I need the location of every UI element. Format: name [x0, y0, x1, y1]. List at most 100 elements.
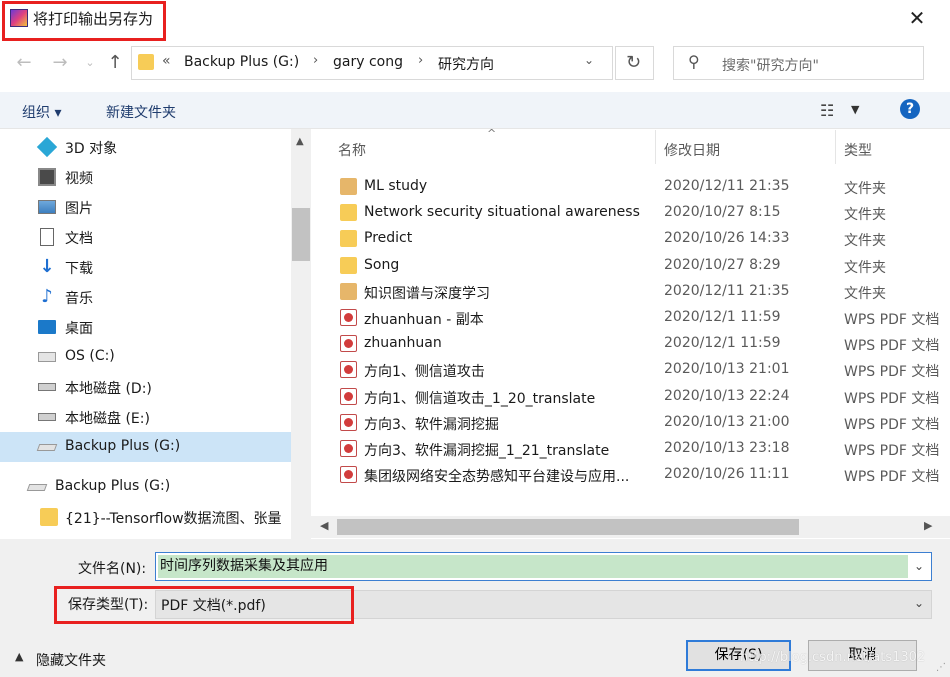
file-row[interactable]: 集团级网络安全态势感知平台建设与应用... 2020/10/26 11:11 WPS… — [311, 462, 950, 488]
up-arrow-icon[interactable]: ↑ — [103, 50, 127, 76]
nav-item-label: 桌面 — [65, 321, 93, 337]
navigation-pane[interactable]: 3D 对象 视频 图片 文档 ↓ 下载 ♪ 音乐 桌面 OS (C:) 本地磁盘… — [0, 129, 311, 539]
search-placeholder[interactable]: 搜索"研究方向" — [722, 55, 819, 75]
nav-item-drive-g[interactable]: Backup Plus (G:) — [0, 472, 291, 502]
nav-item-label: Backup Plus (G:) — [65, 438, 181, 454]
file-type: WPS PDF 文档 — [844, 312, 940, 328]
breadcrumb-overflow[interactable]: « — [162, 53, 171, 69]
forward-arrow-icon[interactable]: → — [48, 50, 72, 76]
filetype-dropdown-icon[interactable]: ⌄ — [914, 596, 924, 610]
file-row[interactable]: ML study 2020/12/11 21:35 文件夹 — [311, 174, 950, 200]
file-name: 方向1、侧信道攻击 — [364, 364, 485, 380]
nav-item-label: 本地磁盘 (E:) — [65, 411, 150, 427]
pdf-file-icon — [340, 309, 357, 326]
file-row[interactable]: zhuanhuan - 副本 2020/12/1 11:59 WPS PDF 文档 — [311, 305, 950, 331]
music-icon: ♪ — [41, 286, 53, 307]
nav-item-pictures[interactable]: 图片 — [0, 192, 291, 222]
file-row[interactable]: Network security situational awareness 20… — [311, 200, 950, 226]
folder-icon — [138, 54, 154, 70]
file-row[interactable]: zhuanhuan 2020/12/1 11:59 WPS PDF 文档 — [311, 331, 950, 357]
filename-dropdown-icon[interactable]: ⌄ — [914, 559, 924, 573]
file-type: WPS PDF 文档 — [844, 338, 940, 354]
filename-value[interactable]: 时间序列数据采集及其应用 — [158, 555, 908, 578]
file-row[interactable]: Predict 2020/10/26 14:33 文件夹 — [311, 226, 950, 252]
file-date: 2020/10/26 11:11 — [664, 466, 790, 482]
file-type: 文件夹 — [844, 233, 886, 249]
nav-item-desktop[interactable]: 桌面 — [0, 312, 291, 342]
file-date: 2020/10/26 14:33 — [664, 230, 790, 246]
help-icon[interactable]: ? — [900, 99, 920, 119]
nav-item-music[interactable]: ♪ 音乐 — [0, 282, 291, 312]
file-row[interactable]: Song 2020/10/27 8:29 文件夹 — [311, 253, 950, 279]
pdf-file-icon — [340, 361, 357, 378]
file-row[interactable]: 方向1、侧信道攻击 2020/10/13 21:01 WPS PDF 文档 — [311, 357, 950, 383]
external-drive-icon — [26, 484, 48, 491]
file-type: 文件夹 — [844, 181, 886, 197]
desktop-icon — [38, 320, 56, 334]
recent-locations-chevron-icon[interactable]: ⌄ — [78, 50, 102, 76]
nav-item-downloads[interactable]: ↓ 下载 — [0, 252, 291, 282]
nav-item-label: {21}--Tensorflow数据流图、张量 — [65, 511, 282, 527]
file-row[interactable]: 方向1、侧信道攻击_1_20_translate 2020/10/13 22:24… — [311, 384, 950, 410]
nav-item-label: 图片 — [65, 201, 93, 217]
nav-scrollbar[interactable] — [291, 129, 311, 539]
breadcrumb-separator-icon[interactable]: › — [418, 53, 423, 68]
folder-icon — [340, 283, 357, 300]
file-date: 2020/10/13 22:24 — [664, 388, 790, 404]
file-row[interactable]: 方向3、软件漏洞挖掘 2020/10/13 21:00 WPS PDF 文档 — [311, 410, 950, 436]
resize-grip-icon[interactable]: ⋰ — [936, 662, 946, 673]
nav-item-drive-d[interactable]: 本地磁盘 (D:) — [0, 372, 291, 402]
nav-item-videos[interactable]: 视频 — [0, 162, 291, 192]
refresh-icon[interactable]: ↻ — [626, 52, 641, 73]
folder-icon — [340, 178, 357, 195]
breadcrumb-folder-current[interactable]: 研究方向 — [438, 54, 494, 74]
organize-menu-button[interactable]: 组织 ▾ — [22, 102, 61, 122]
file-row[interactable]: 方向3、软件漏洞挖掘_1_21_translate 2020/10/13 23:1… — [311, 436, 950, 462]
folder-icon — [340, 204, 357, 221]
column-divider[interactable] — [655, 130, 656, 164]
nav-item-documents[interactable]: 文档 — [0, 222, 291, 252]
file-type: 文件夹 — [844, 286, 886, 302]
nav-item-drive-c[interactable]: OS (C:) — [0, 342, 291, 372]
drive-os-icon — [38, 352, 56, 362]
nav-item-drive-g-selected[interactable]: Backup Plus (G:) — [0, 432, 291, 462]
new-folder-button[interactable]: 新建文件夹 — [106, 102, 176, 122]
pictures-icon — [38, 200, 56, 214]
scroll-up-icon[interactable]: ▲ — [296, 136, 304, 147]
back-arrow-icon[interactable]: ← — [12, 50, 36, 76]
nav-item-label: 文档 — [65, 231, 93, 247]
folder-icon — [340, 230, 357, 247]
view-options-icon[interactable]: ☷ — [820, 101, 834, 120]
nav-item-drive-e[interactable]: 本地磁盘 (E:) — [0, 402, 291, 432]
view-dropdown-icon[interactable]: ▼ — [851, 103, 859, 116]
file-type: 文件夹 — [844, 207, 886, 223]
nav-item-folder-tensorflow[interactable]: {21}--Tensorflow数据流图、张量 — [0, 502, 291, 532]
file-name: zhuanhuan — [364, 335, 442, 351]
column-header-type[interactable]: 类型 — [844, 140, 872, 160]
hide-folders-toggle[interactable]: 隐藏文件夹 — [36, 650, 106, 670]
file-type: 文件夹 — [844, 260, 886, 276]
column-header-name[interactable]: 名称 — [338, 140, 366, 160]
horizontal-scrollbar-thumb[interactable] — [337, 519, 799, 535]
folder-icon — [340, 257, 357, 274]
file-name: 知识图谱与深度学习 — [364, 286, 490, 302]
nav-item-3d-objects[interactable]: 3D 对象 — [0, 132, 291, 162]
breadcrumb-separator-icon[interactable]: › — [313, 53, 318, 68]
file-date: 2020/10/13 21:00 — [664, 414, 790, 430]
address-dropdown-icon[interactable]: ⌄ — [584, 53, 594, 67]
column-divider[interactable] — [835, 130, 836, 164]
file-date: 2020/12/11 21:35 — [664, 283, 790, 299]
nav-scrollbar-thumb[interactable] — [292, 208, 310, 261]
pdf-file-icon — [340, 440, 357, 457]
file-row[interactable]: 知识图谱与深度学习 2020/12/11 21:35 文件夹 — [311, 279, 950, 305]
close-icon[interactable]: ✕ — [905, 6, 929, 30]
collapse-chevron-icon[interactable]: ▲ — [15, 650, 23, 663]
scroll-left-icon[interactable]: ◀ — [320, 519, 328, 532]
scroll-right-icon[interactable]: ▶ — [924, 519, 932, 532]
breadcrumb-drive[interactable]: Backup Plus (G:) — [184, 54, 299, 70]
breadcrumb-folder-gary[interactable]: gary cong — [333, 54, 403, 70]
column-header-date[interactable]: 修改日期 — [664, 140, 720, 160]
file-date: 2020/12/1 11:59 — [664, 309, 781, 325]
watermark-text: http://blog.csdn.net/ats1302 — [740, 650, 926, 665]
folder-icon — [40, 508, 58, 526]
